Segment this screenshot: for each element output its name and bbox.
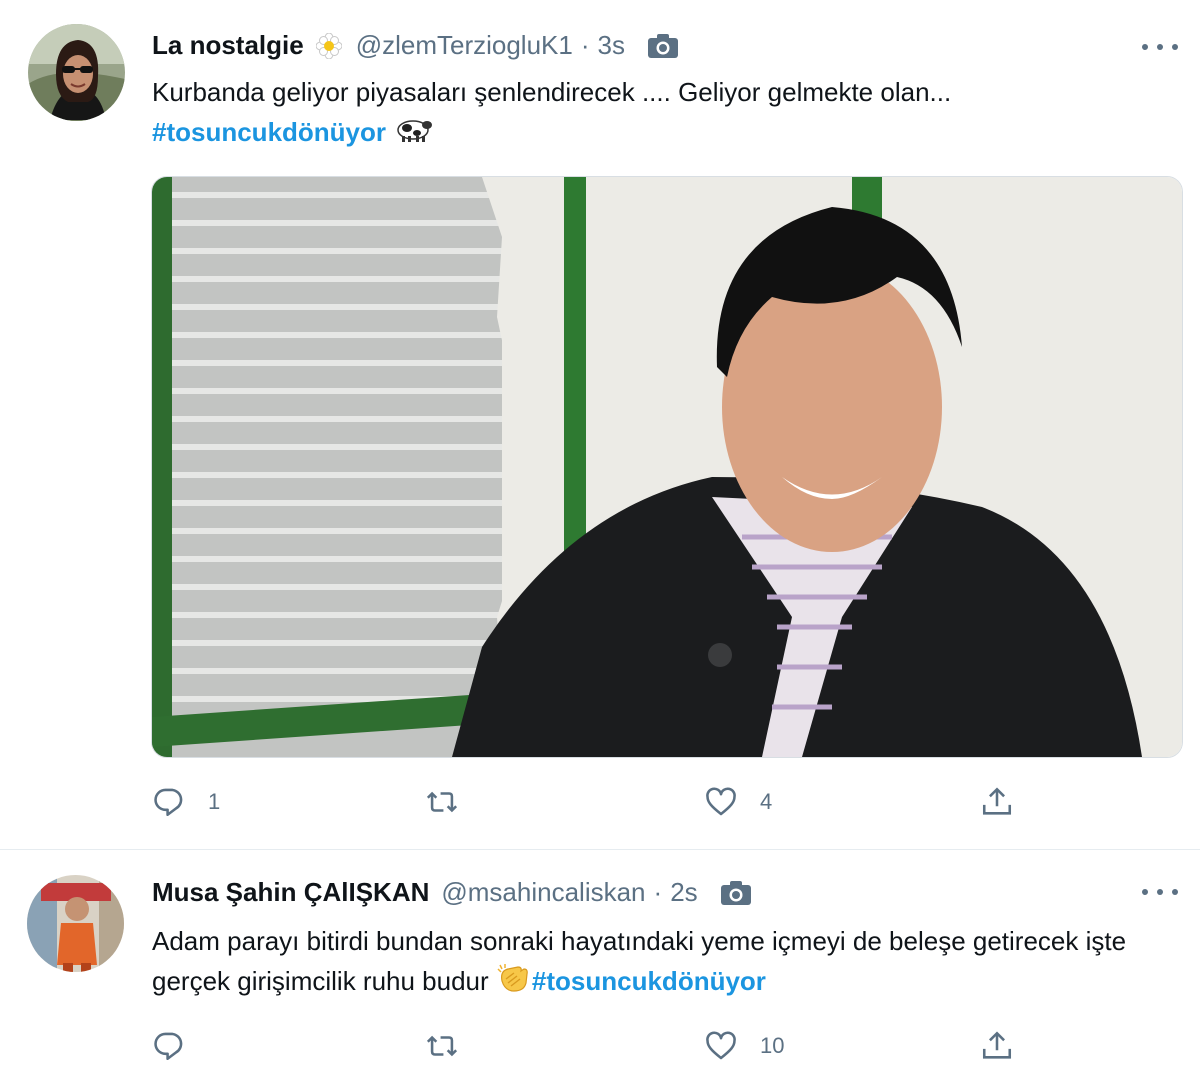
tweet-header: La nostalgie @zlemTerziogluK1 · 3s [152, 30, 679, 61]
tweet-actions: 10 [152, 1026, 1022, 1066]
retweet-icon [426, 791, 458, 813]
retweet-button[interactable] [425, 1029, 481, 1063]
heart-icon [706, 787, 736, 816]
like-button[interactable]: 10 [704, 1029, 784, 1063]
hashtag-link[interactable]: #tosuncukdönüyor [532, 966, 766, 996]
tweet-header: Musa Şahin ÇAlIŞKAN @msahincaliskan · 2s [152, 877, 752, 908]
retweet-button[interactable] [425, 785, 481, 819]
cow-emoji-icon [393, 114, 433, 155]
avatar[interactable] [28, 24, 125, 121]
avatar-photo [27, 875, 124, 972]
reply-button[interactable]: 1 [152, 785, 220, 819]
share-icon [982, 1031, 1012, 1059]
avatar[interactable] [27, 875, 124, 972]
tweet-text: Adam parayı bitirdi bundan sonraki hayat… [152, 921, 1162, 1004]
camera-icon [720, 880, 752, 906]
timestamp[interactable]: 2s [670, 877, 697, 908]
like-count: 4 [760, 789, 773, 814]
tweet-2[interactable]: Musa Şahin ÇAlIŞKAN @msahincaliskan · 2s… [0, 850, 1200, 1088]
like-count: 10 [760, 1033, 785, 1058]
timestamp[interactable]: 3s [598, 30, 625, 61]
tweet-image[interactable] [151, 176, 1183, 758]
more-options-icon[interactable] [1142, 42, 1178, 52]
more-options-icon[interactable] [1142, 887, 1178, 897]
like-button[interactable]: 4 [704, 785, 772, 819]
tweet-actions: 1 4 [152, 782, 1022, 822]
reply-count: 1 [208, 789, 221, 814]
tweet-photo [152, 177, 1182, 757]
hashtag-link[interactable]: #tosuncukdönüyor [152, 117, 386, 147]
clapping-hands-emoji-icon [496, 963, 532, 1004]
user-handle[interactable]: @zlemTerziogluK1 [356, 30, 573, 61]
share-button[interactable] [980, 785, 1014, 819]
camera-icon [647, 33, 679, 59]
reply-icon [154, 788, 183, 817]
share-button[interactable] [980, 1029, 1014, 1063]
display-name[interactable]: Musa Şahin ÇAlIŞKAN [152, 877, 429, 908]
heart-icon [706, 1031, 736, 1060]
share-icon [982, 787, 1012, 815]
tweet-text: Kurbanda geliyor piyasaları şenlendirece… [152, 72, 1162, 155]
display-name[interactable]: La nostalgie [152, 30, 304, 61]
blossom-emoji-icon [315, 32, 343, 59]
reply-button[interactable] [152, 1029, 208, 1063]
tweet-body: Kurbanda geliyor piyasaları şenlendirece… [152, 77, 952, 107]
tweet-1[interactable]: La nostalgie @zlemTerziogluK1 · 3s Kurba… [0, 0, 1200, 849]
retweet-icon [426, 1035, 458, 1057]
user-handle[interactable]: @msahincaliskan [441, 877, 645, 908]
separator-dot: · [653, 877, 663, 907]
separator-dot: · [580, 30, 590, 60]
avatar-photo [28, 24, 125, 121]
reply-icon [154, 1032, 183, 1061]
